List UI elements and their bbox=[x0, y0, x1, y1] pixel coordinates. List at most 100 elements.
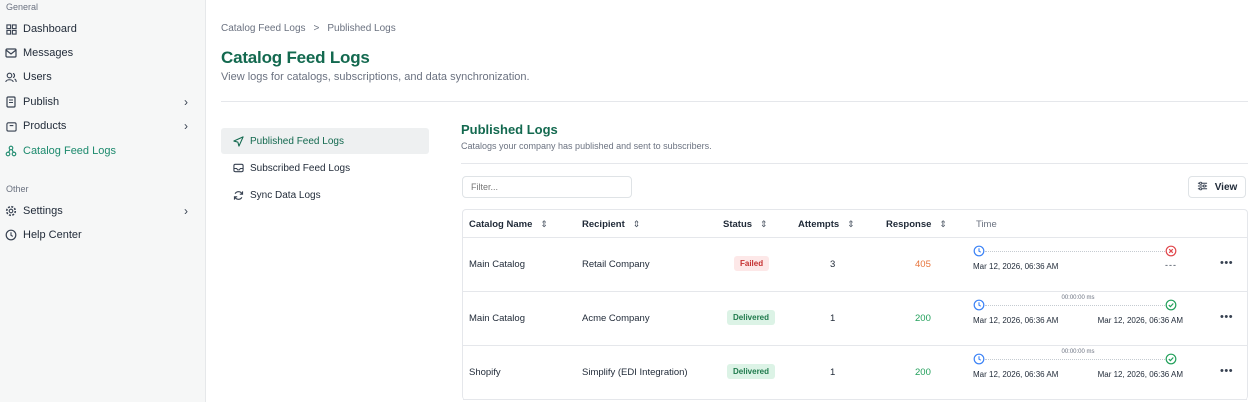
failed-x-icon bbox=[1165, 245, 1177, 257]
column-label: Attempts bbox=[798, 219, 840, 230]
cell-recipient: Retail Company bbox=[582, 259, 650, 270]
mail-icon bbox=[4, 46, 18, 60]
start-time: Mar 12, 2026, 06:36 AM bbox=[973, 316, 1059, 325]
cell-response: 200 bbox=[915, 313, 931, 324]
sidebar-item-help-center[interactable]: Help Center bbox=[4, 225, 200, 245]
table-row[interactable]: Main Catalog Acme Company Delivered 1 20… bbox=[463, 292, 1247, 346]
sidebar-item-label: Users bbox=[23, 71, 52, 83]
header-divider bbox=[221, 101, 1248, 102]
column-header-catalog-name[interactable]: Catalog Name ⇕ bbox=[469, 219, 548, 230]
cell-response: 405 bbox=[915, 259, 931, 270]
lognav-subscribed-feed-logs[interactable]: Subscribed Feed Logs bbox=[221, 155, 429, 181]
publish-icon bbox=[4, 95, 18, 109]
sort-icon: ⇕ bbox=[939, 219, 947, 229]
sort-icon: ⇕ bbox=[632, 219, 641, 229]
column-label: Response bbox=[886, 219, 932, 230]
sidebar-item-label: Products bbox=[23, 120, 67, 132]
chevron-right-icon: › bbox=[184, 95, 188, 109]
published-logs-table: Catalog Name ⇕ Recipient ⇕ Status ⇕ Attempt… bbox=[462, 209, 1248, 400]
column-header-time: Time bbox=[976, 219, 997, 230]
lognav-published-feed-logs[interactable]: Published Feed Logs bbox=[221, 128, 429, 154]
cell-attempts: 1 bbox=[830, 313, 836, 324]
gear-icon bbox=[4, 204, 18, 218]
sidebar-item-label: Publish bbox=[23, 96, 60, 108]
panel-title: Published Logs bbox=[461, 122, 558, 137]
cell-attempts: 1 bbox=[830, 367, 836, 378]
sidebar-item-dashboard[interactable]: Dashboard bbox=[4, 19, 200, 39]
end-time: Mar 12, 2026, 06:36 AM bbox=[1097, 316, 1183, 325]
column-header-recipient[interactable]: Recipient ⇕ bbox=[582, 219, 640, 230]
lognav-label: Sync Data Logs bbox=[250, 189, 321, 201]
breadcrumb-parent[interactable]: Catalog Feed Logs bbox=[221, 23, 306, 34]
breadcrumb: Catalog Feed Logs > Published Logs bbox=[221, 23, 396, 34]
sidebar-section-general: General bbox=[6, 2, 39, 12]
view-button-label: View bbox=[1214, 181, 1238, 193]
breadcrumb-separator: > bbox=[313, 23, 320, 34]
sidebar-item-label: Help Center bbox=[23, 229, 82, 241]
status-badge: Delivered bbox=[727, 364, 776, 379]
column-label: Status bbox=[723, 219, 753, 230]
success-check-icon bbox=[1165, 353, 1177, 365]
start-time: Mar 12, 2026, 06:36 AM bbox=[973, 262, 1059, 271]
sidebar-item-publish[interactable]: Publish › bbox=[4, 92, 200, 112]
help-icon bbox=[4, 228, 18, 242]
table-row[interactable]: Main Catalog Retail Company Failed 3 405… bbox=[463, 238, 1247, 292]
column-header-status[interactable]: Status ⇕ bbox=[723, 219, 768, 230]
duration-label: 00:00:00 ms bbox=[1061, 349, 1095, 355]
end-time: Mar 12, 2026, 06:36 AM bbox=[1097, 370, 1183, 379]
sidebar-item-settings[interactable]: Settings › bbox=[4, 201, 200, 221]
dashboard-icon bbox=[4, 22, 18, 36]
table-row[interactable]: Shopify Simplify (EDI Integration) Deliv… bbox=[463, 346, 1247, 400]
table-header: Catalog Name ⇕ Recipient ⇕ Status ⇕ Attempt… bbox=[463, 210, 1247, 238]
duration-label: 00:00:00 ms bbox=[1061, 295, 1095, 301]
cell-catalog-name: Main Catalog bbox=[469, 313, 525, 324]
sort-icon: ⇕ bbox=[760, 219, 768, 229]
sidebar-item-label: Messages bbox=[23, 47, 74, 59]
sort-icon: ⇕ bbox=[847, 219, 855, 229]
chevron-right-icon: › bbox=[184, 204, 188, 218]
timeline-line bbox=[985, 359, 1165, 360]
status-badge: Delivered bbox=[727, 310, 776, 325]
row-actions-button[interactable]: ••• bbox=[1220, 311, 1233, 323]
status-badge: Failed bbox=[734, 256, 770, 271]
sidebar-item-label: Catalog Feed Logs bbox=[23, 145, 116, 157]
clock-icon bbox=[973, 245, 985, 257]
send-icon bbox=[231, 135, 245, 147]
sliders-icon bbox=[1197, 181, 1208, 194]
sidebar-item-messages[interactable]: Messages bbox=[4, 43, 200, 63]
cell-recipient: Acme Company bbox=[582, 313, 650, 324]
column-label: Catalog Name bbox=[469, 219, 533, 230]
chevron-right-icon: › bbox=[184, 119, 188, 133]
sidebar-item-label: Dashboard bbox=[23, 23, 77, 35]
view-options-button[interactable]: View bbox=[1188, 176, 1246, 198]
column-label: Time bbox=[976, 219, 997, 230]
sidebar-item-users[interactable]: Users bbox=[4, 67, 200, 87]
cell-attempts: 3 bbox=[830, 259, 836, 270]
time-cell: 00:00:00 ms Mar 12, 2026, 06:36 AM Mar 1… bbox=[973, 346, 1183, 400]
column-header-attempts[interactable]: Attempts ⇕ bbox=[798, 219, 855, 230]
row-actions-button[interactable]: ••• bbox=[1220, 365, 1233, 377]
column-header-response[interactable]: Response ⇕ bbox=[886, 219, 947, 230]
sidebar-item-catalog-feed-logs[interactable]: Catalog Feed Logs bbox=[4, 141, 200, 161]
users-icon bbox=[4, 70, 18, 84]
filter-input[interactable] bbox=[462, 176, 632, 198]
lognav-sync-data-logs[interactable]: Sync Data Logs bbox=[221, 182, 429, 208]
end-time-empty: --- bbox=[1165, 260, 1177, 270]
lognav-label: Subscribed Feed Logs bbox=[250, 162, 351, 174]
row-actions-button[interactable]: ••• bbox=[1220, 257, 1233, 269]
box-icon bbox=[4, 119, 18, 133]
cell-recipient: Simplify (EDI Integration) bbox=[582, 367, 688, 378]
panel-divider bbox=[461, 163, 1248, 164]
column-label: Recipient bbox=[582, 219, 625, 230]
log-type-nav: Published Feed Logs Subscribed Feed Logs… bbox=[221, 128, 429, 209]
time-cell: Mar 12, 2026, 06:36 AM --- bbox=[973, 238, 1183, 292]
time-cell: 00:00:00 ms Mar 12, 2026, 06:36 AM Mar 1… bbox=[973, 292, 1183, 346]
panel-subtitle: Catalogs your company has published and … bbox=[461, 141, 712, 151]
cell-catalog-name: Main Catalog bbox=[469, 259, 525, 270]
sync-icon bbox=[231, 190, 245, 201]
breadcrumb-current: Published Logs bbox=[327, 23, 396, 34]
sidebar-section-other: Other bbox=[6, 184, 29, 194]
sidebar-item-products[interactable]: Products › bbox=[4, 116, 200, 136]
page-subtitle: View logs for catalogs, subscriptions, a… bbox=[221, 71, 530, 83]
sidebar-item-label: Settings bbox=[23, 205, 63, 217]
